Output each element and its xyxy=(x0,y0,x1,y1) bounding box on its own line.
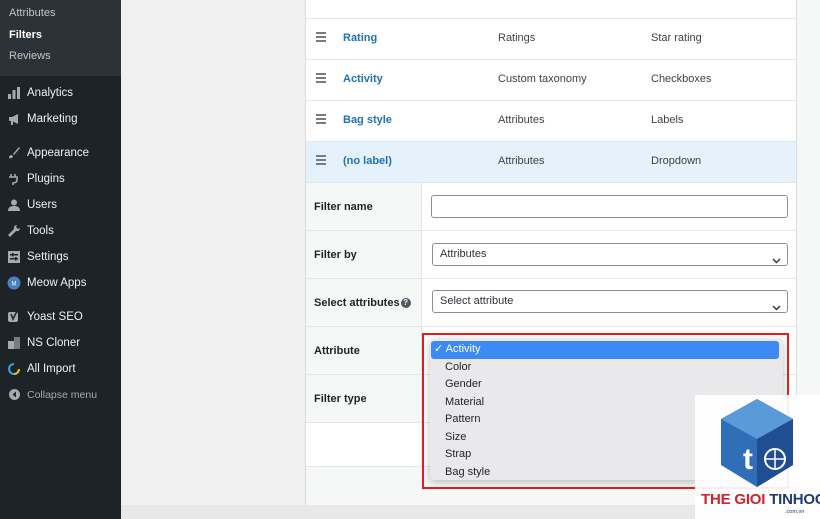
filter-row[interactable]: Bag style Attributes Labels xyxy=(306,100,796,141)
filter-type: Star rating xyxy=(651,32,702,44)
drag-handle-icon[interactable] xyxy=(316,155,326,167)
megaphone-icon xyxy=(7,112,21,126)
watermark-domain: .com.vn xyxy=(785,509,805,515)
menu-item-yoast-seo[interactable]: Yoast SEO xyxy=(0,304,121,330)
submenu-item-filters[interactable]: Filters xyxy=(0,27,121,49)
menu-item-meow-apps[interactable]: M Meow Apps xyxy=(0,270,121,296)
collapse-icon xyxy=(7,388,21,402)
menu-item-marketing[interactable]: Marketing xyxy=(0,106,121,132)
filter-by-label: Filter by xyxy=(306,231,422,278)
cube-logo-icon: t xyxy=(721,399,793,487)
filter-type: Labels xyxy=(651,114,684,126)
bottom-shade xyxy=(121,505,696,519)
sliders-icon xyxy=(7,250,21,264)
filter-row[interactable]: Activity Custom taxonomy Checkboxes xyxy=(306,59,796,100)
filter-type-label: Filter type xyxy=(306,375,422,422)
select-attributes-label: Select attributes xyxy=(314,296,400,309)
svg-text:t: t xyxy=(743,443,753,476)
menu-label: Tools xyxy=(27,224,54,237)
menu-label: Marketing xyxy=(27,112,78,125)
submenu-item-attributes[interactable]: Attributes xyxy=(0,5,121,27)
filter-name-link[interactable]: (no label) xyxy=(343,155,392,167)
help-icon[interactable]: ? xyxy=(400,297,411,308)
select-attributes-label-cell: Select attributes? xyxy=(306,279,422,326)
svg-text:M: M xyxy=(12,281,17,287)
filter-name-label: Filter name xyxy=(306,183,422,230)
menu-item-plugins[interactable]: Plugins xyxy=(0,166,121,192)
bar-chart-icon xyxy=(7,86,21,100)
menu-item-users[interactable]: Users xyxy=(0,192,121,218)
paintbrush-icon xyxy=(7,146,21,160)
menu-label: Analytics xyxy=(27,86,74,99)
menu-label: Appearance xyxy=(27,146,90,159)
menu-item-all-import[interactable]: All Import xyxy=(0,356,121,382)
user-icon xyxy=(7,198,21,212)
filter-name-input[interactable] xyxy=(431,195,788,218)
menu-label: Meow Apps xyxy=(27,276,87,289)
select-attributes-value: Select attribute xyxy=(440,295,514,307)
menu-item-settings[interactable]: Settings xyxy=(0,244,121,270)
filter-by-select[interactable]: Attributes xyxy=(432,243,788,266)
meow-icon: M xyxy=(7,276,21,290)
import-icon xyxy=(7,362,21,376)
drag-handle-icon[interactable] xyxy=(316,32,326,44)
chevron-down-icon xyxy=(772,298,781,319)
filter-name-row: Filter name xyxy=(306,182,796,230)
filter-row[interactable]: Rating Ratings Star rating xyxy=(306,18,796,59)
filter-type: Dropdown xyxy=(651,155,702,167)
menu-label: Settings xyxy=(27,250,69,263)
menu-item-appearance[interactable]: Appearance xyxy=(0,140,121,166)
filter-name-link[interactable]: Bag style xyxy=(343,114,392,126)
plug-icon xyxy=(7,172,21,186)
menu-label: NS Cloner xyxy=(27,336,81,349)
drag-handle-icon[interactable] xyxy=(316,73,326,85)
filter-row-selected[interactable]: (no label) Attributes Dropdown xyxy=(306,141,796,182)
yoast-icon xyxy=(7,310,21,324)
menu-label: All Import xyxy=(27,362,76,375)
watermark-brand: THE GIOI TINHOC xyxy=(701,491,820,508)
watermark: t THE GIOI TINHOC .com.vn xyxy=(695,395,820,519)
cloner-icon xyxy=(7,336,21,350)
products-submenu: Attributes Filters Reviews xyxy=(0,0,121,76)
menu-label: Yoast SEO xyxy=(27,310,83,323)
attribute-label: Attribute xyxy=(306,327,422,374)
collapse-menu-button[interactable]: Collapse menu xyxy=(0,382,121,408)
menu-label: Plugins xyxy=(27,172,65,185)
chevron-down-icon xyxy=(772,251,781,272)
drag-handle-icon[interactable] xyxy=(316,114,326,126)
select-attributes-row: Select attributes? Select attribute xyxy=(306,278,796,326)
menu-item-analytics[interactable]: Analytics xyxy=(0,80,121,106)
select-attributes-select[interactable]: Select attribute xyxy=(432,290,788,313)
menu-label: Collapse menu xyxy=(27,388,98,401)
blank-label-cell xyxy=(306,423,422,466)
filter-name-link[interactable]: Activity xyxy=(343,73,383,85)
filter-by-row: Filter by Attributes xyxy=(306,230,796,278)
filter-source: Custom taxonomy xyxy=(498,73,587,85)
filter-source: Ratings xyxy=(498,32,536,44)
submenu-item-reviews[interactable]: Reviews xyxy=(0,48,121,70)
filter-type: Checkboxes xyxy=(651,73,712,85)
filter-by-value: Attributes xyxy=(440,248,487,260)
menu-item-tools[interactable]: Tools xyxy=(0,218,121,244)
menu-label: Users xyxy=(27,198,58,211)
menu-item-ns-cloner[interactable]: NS Cloner xyxy=(0,330,121,356)
admin-sidebar: Attributes Filters Reviews Analytics Mar… xyxy=(0,0,121,519)
filter-name-link[interactable]: Rating xyxy=(343,32,377,44)
main-menu: Analytics Marketing Appearance Plugins U… xyxy=(0,76,121,408)
wrench-icon xyxy=(7,224,21,238)
filter-source: Attributes xyxy=(498,155,545,167)
filter-source: Attributes xyxy=(498,114,545,126)
